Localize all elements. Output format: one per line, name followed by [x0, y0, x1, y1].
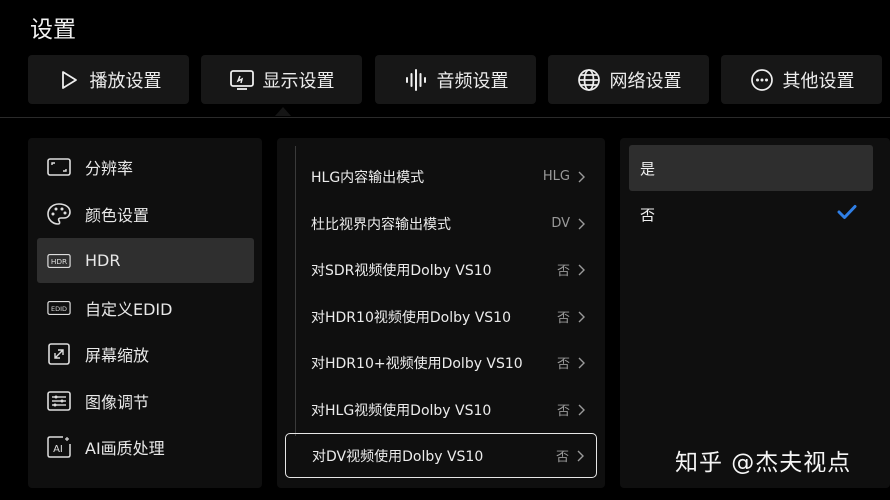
hdr-icon: HDR — [47, 250, 71, 272]
setting-row-sdr-vs10[interactable]: 对SDR视频使用Dolby VS10 否 — [285, 247, 597, 292]
chevron-right-icon — [578, 264, 585, 276]
tab-network[interactable]: 网络设置 — [548, 55, 709, 104]
left-menu-label: 图像调节 — [85, 392, 150, 412]
left-menu-label: 屏幕缩放 — [85, 345, 150, 365]
display-icon — [229, 67, 255, 93]
tab-label: 网络设置 — [609, 70, 682, 92]
left-menu-label: 分辨率 — [85, 158, 134, 178]
left-menu-item-image-adjust[interactable]: 图像调节 — [37, 378, 254, 423]
tab-audio[interactable]: 音频设置 — [375, 55, 536, 104]
setting-row-hdr10-vs10[interactable]: 对HDR10视频使用Dolby VS10 否 — [285, 294, 597, 339]
svg-text:EDID: EDID — [51, 305, 67, 313]
setting-label: 对HDR10视频使用Dolby VS10 — [311, 309, 511, 326]
setting-row-dolby-vision-output[interactable]: 杜比视界内容输出模式 DV — [285, 201, 597, 246]
setting-label: 杜比视界内容输出模式 — [311, 216, 451, 233]
resolution-icon — [47, 156, 71, 178]
tab-other[interactable]: 其他设置 — [721, 55, 882, 104]
setting-label: HLG内容输出模式 — [311, 169, 425, 186]
left-menu-item-ai[interactable]: AI AI画质处理 — [37, 424, 254, 469]
svg-text:HDR: HDR — [51, 257, 67, 266]
tab-label: 其他设置 — [782, 70, 855, 92]
left-menu-label: HDR — [85, 251, 121, 270]
option-label: 是 — [640, 159, 656, 178]
setting-label: 对SDR视频使用Dolby VS10 — [311, 262, 492, 279]
tab-display[interactable]: 显示设置 — [201, 55, 362, 104]
chevron-right-icon — [578, 404, 585, 416]
palette-icon — [47, 202, 71, 225]
chevron-right-icon — [578, 357, 585, 369]
setting-row-hdr10plus-vs10[interactable]: 对HDR10+视频使用Dolby VS10 否 — [285, 340, 597, 385]
setting-label: 对HDR10+视频使用Dolby VS10 — [311, 355, 523, 372]
option-yes[interactable]: 是 — [629, 145, 873, 191]
setting-value: 否 — [556, 311, 570, 326]
chevron-right-icon — [577, 450, 584, 462]
setting-value: 否 — [556, 357, 570, 372]
left-menu-label: 颜色设置 — [85, 205, 150, 225]
svg-text:AI: AI — [53, 444, 63, 455]
setting-row-hlg-output[interactable]: HLG内容输出模式 HLG — [285, 154, 597, 199]
chevron-right-icon — [578, 311, 585, 323]
option-label: 否 — [640, 205, 656, 224]
play-icon — [56, 67, 82, 93]
active-tab-indicator — [275, 107, 291, 116]
image-adjust-icon — [47, 390, 71, 412]
chevron-right-icon — [578, 218, 585, 230]
setting-label: 对HLG视频使用Dolby VS10 — [311, 402, 492, 419]
left-menu-item-edid[interactable]: EDID 自定义EDID — [37, 285, 254, 330]
edid-icon: EDID — [47, 297, 71, 319]
tab-label: 显示设置 — [262, 70, 335, 92]
left-menu-label: 自定义EDID — [85, 299, 173, 319]
left-menu-item-hdr[interactable]: HDR HDR — [37, 238, 254, 283]
left-menu-item-resolution[interactable]: 分辨率 — [37, 144, 254, 189]
chevron-right-icon — [578, 171, 585, 183]
setting-row-hlg-vs10[interactable]: 对HLG视频使用Dolby VS10 否 — [285, 387, 597, 432]
tab-playback[interactable]: 播放设置 — [28, 55, 189, 104]
more-icon — [749, 67, 775, 93]
audio-wave-icon — [403, 67, 429, 93]
option-no[interactable]: 否 — [629, 191, 873, 237]
setting-row-dv-vs10[interactable]: 对DV视频使用Dolby VS10 否 — [285, 433, 597, 478]
ai-icon: AI — [47, 435, 71, 458]
checkmark-icon — [837, 204, 857, 224]
setting-value: 否 — [556, 264, 570, 279]
setting-value: 否 — [555, 450, 569, 465]
header-divider — [0, 117, 890, 118]
setting-value: HLG — [542, 169, 570, 184]
screen-zoom-icon — [47, 342, 71, 365]
left-menu-item-screen-zoom[interactable]: 屏幕缩放 — [37, 331, 254, 376]
setting-label: 对DV视频使用Dolby VS10 — [312, 448, 484, 465]
left-menu-item-color[interactable]: 颜色设置 — [37, 191, 254, 236]
setting-value: 否 — [556, 404, 570, 419]
watermark: 知乎 @杰夫视点 — [675, 450, 852, 476]
tab-label: 播放设置 — [89, 70, 162, 92]
globe-icon — [576, 67, 602, 93]
setting-value: DV — [551, 216, 570, 231]
left-menu-label: AI画质处理 — [85, 438, 165, 458]
tab-label: 音频设置 — [436, 70, 509, 92]
page-title: 设置 — [30, 17, 76, 43]
